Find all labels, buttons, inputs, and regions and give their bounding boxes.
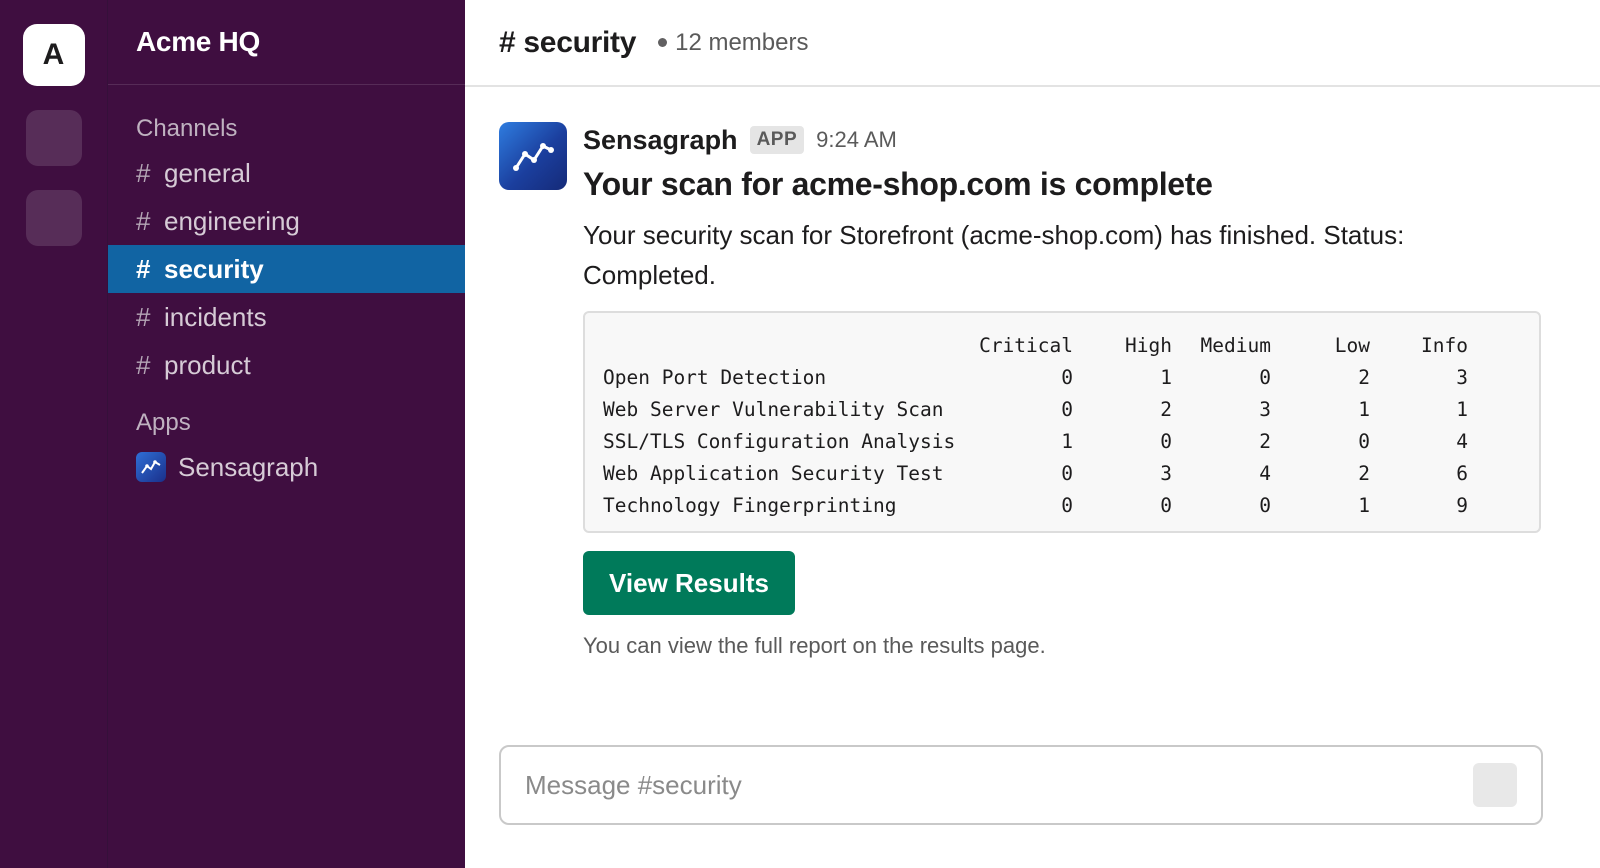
message-summary: Your security scan for Storefront (acme-… (583, 220, 1405, 290)
message-body: Sensagraph APP 9:24 AM Your scan for acm… (583, 122, 1570, 659)
column-header: High (1125, 333, 1172, 357)
table-header-row: Critical High Medium Low Info (603, 329, 1468, 361)
scan-results-table: Critical High Medium Low Info Open Port … (583, 311, 1541, 533)
member-count-label: 12 members (675, 28, 809, 56)
table-cell: 0 (1160, 493, 1172, 517)
sidebar-item-label: Sensagraph (178, 451, 319, 482)
sidebar-item-security[interactable]: # security (108, 245, 465, 293)
member-count[interactable]: 12 members (658, 29, 808, 57)
message-timestamp[interactable]: 9:24 AM (816, 127, 897, 153)
table-cell: 2 (1259, 429, 1271, 453)
sidebar-item-label: general (164, 157, 251, 188)
message-meta: Sensagraph APP 9:24 AM (583, 122, 1570, 158)
table-cell: 2 (1358, 461, 1370, 485)
sidebar-item-product[interactable]: # product (108, 341, 465, 389)
table-row: Technology Fingerprinting 0 0 0 1 9 (603, 489, 1468, 521)
table-cell: 3 (1259, 397, 1271, 421)
sidebar-item-label: security (164, 253, 264, 284)
sidebar-item-incidents[interactable]: # incidents (108, 293, 465, 341)
column-header: Low (1334, 333, 1370, 357)
app-window: A Acme HQ Channels # general # engineeri… (0, 0, 1600, 868)
table-cell: 0 (1061, 365, 1073, 389)
apps-section-title[interactable]: Apps (108, 409, 465, 437)
table-cell: 6 (1456, 461, 1468, 485)
column-header: Critical (979, 333, 1073, 357)
workspace-rail: A (0, 0, 108, 868)
table-cell: 3 (1456, 365, 1468, 389)
table-cell: 0 (1358, 429, 1370, 453)
sidebar: Acme HQ Channels # general # engineering… (108, 0, 465, 868)
table-cell: 1 (1061, 429, 1073, 453)
message-footnote: You can view the full report on the resu… (583, 633, 1046, 658)
message-headline: Your scan for acme-shop.com is complete (583, 166, 1213, 202)
view-results-button[interactable]: View Results (583, 551, 795, 615)
sender-name[interactable]: Sensagraph (583, 125, 738, 156)
channel-header: # security 12 members (465, 0, 1600, 87)
hash-icon: # (136, 157, 151, 188)
table-cell: 2 (1160, 397, 1172, 421)
workspace-placeholder-button[interactable] (25, 190, 82, 246)
table-cell: 9 (1456, 493, 1468, 517)
sidebar-item-engineering[interactable]: # engineering (108, 197, 465, 245)
hash-icon: # (136, 301, 151, 332)
table-cell: 4 (1259, 461, 1271, 485)
table-cell: 1 (1358, 397, 1370, 421)
message-input[interactable] (525, 769, 1473, 801)
main-pane: # security 12 members Sensagraph APP 9:2… (465, 0, 1600, 868)
table-cell: 0 (1061, 397, 1073, 421)
scan-name: SSL/TLS Configuration Analysis (603, 429, 956, 453)
sidebar-item-label: product (164, 349, 251, 380)
sidebar-item-label: incidents (164, 301, 267, 332)
sensagraph-logo-icon (136, 452, 166, 482)
scan-name: Technology Fingerprinting (603, 493, 897, 517)
message-composer (499, 745, 1543, 825)
table-cell: 0 (1259, 365, 1271, 389)
channels-section-title[interactable]: Channels (108, 115, 465, 143)
workspace-switcher-button[interactable]: A (22, 24, 85, 86)
table-cell: 3 (1160, 461, 1172, 485)
channel-title[interactable]: # security (499, 26, 636, 60)
hash-icon: # (136, 205, 151, 236)
column-header: Medium (1200, 333, 1271, 357)
app-badge: APP (749, 126, 805, 154)
scan-name: Web Server Vulnerability Scan (603, 397, 944, 421)
table-cell: 2 (1358, 365, 1370, 389)
hash-icon: # (136, 349, 151, 380)
sidebar-item-label: engineering (164, 205, 300, 236)
bullet-icon (658, 38, 668, 47)
table-header-blank (603, 329, 979, 361)
column-header: Info (1421, 333, 1468, 357)
table-row: Web Application Security Test 0 3 4 2 6 (603, 457, 1468, 489)
send-button[interactable] (1473, 763, 1517, 807)
table-cell: 4 (1456, 429, 1468, 453)
message: Sensagraph APP 9:24 AM Your scan for acm… (499, 122, 1570, 659)
table-row: Web Server Vulnerability Scan 0 2 3 1 1 (603, 393, 1468, 425)
scan-name: Open Port Detection (603, 365, 827, 389)
sensagraph-avatar[interactable] (499, 122, 567, 190)
table-cell: 0 (1259, 493, 1271, 517)
workspace-name[interactable]: Acme HQ (136, 26, 260, 58)
table-cell: 0 (1061, 461, 1073, 485)
table-row: SSL/TLS Configuration Analysis 1 0 2 0 4 (603, 425, 1468, 457)
sidebar-item-general[interactable]: # general (108, 149, 465, 197)
hash-icon: # (136, 253, 151, 284)
workspace-header: Acme HQ (108, 0, 465, 85)
table-cell: 1 (1160, 365, 1172, 389)
chart-line-icon (513, 143, 554, 171)
workspace-placeholder-button[interactable] (25, 110, 82, 166)
table-cell: 1 (1456, 397, 1468, 421)
scan-name: Web Application Security Test (603, 461, 944, 485)
sidebar-item-sensagraph[interactable]: Sensagraph (108, 445, 465, 489)
table-cell: 0 (1160, 429, 1172, 453)
table-row: Open Port Detection 0 1 0 2 3 (603, 361, 1468, 393)
table-cell: 1 (1358, 493, 1370, 517)
table-cell: 0 (1061, 493, 1073, 517)
